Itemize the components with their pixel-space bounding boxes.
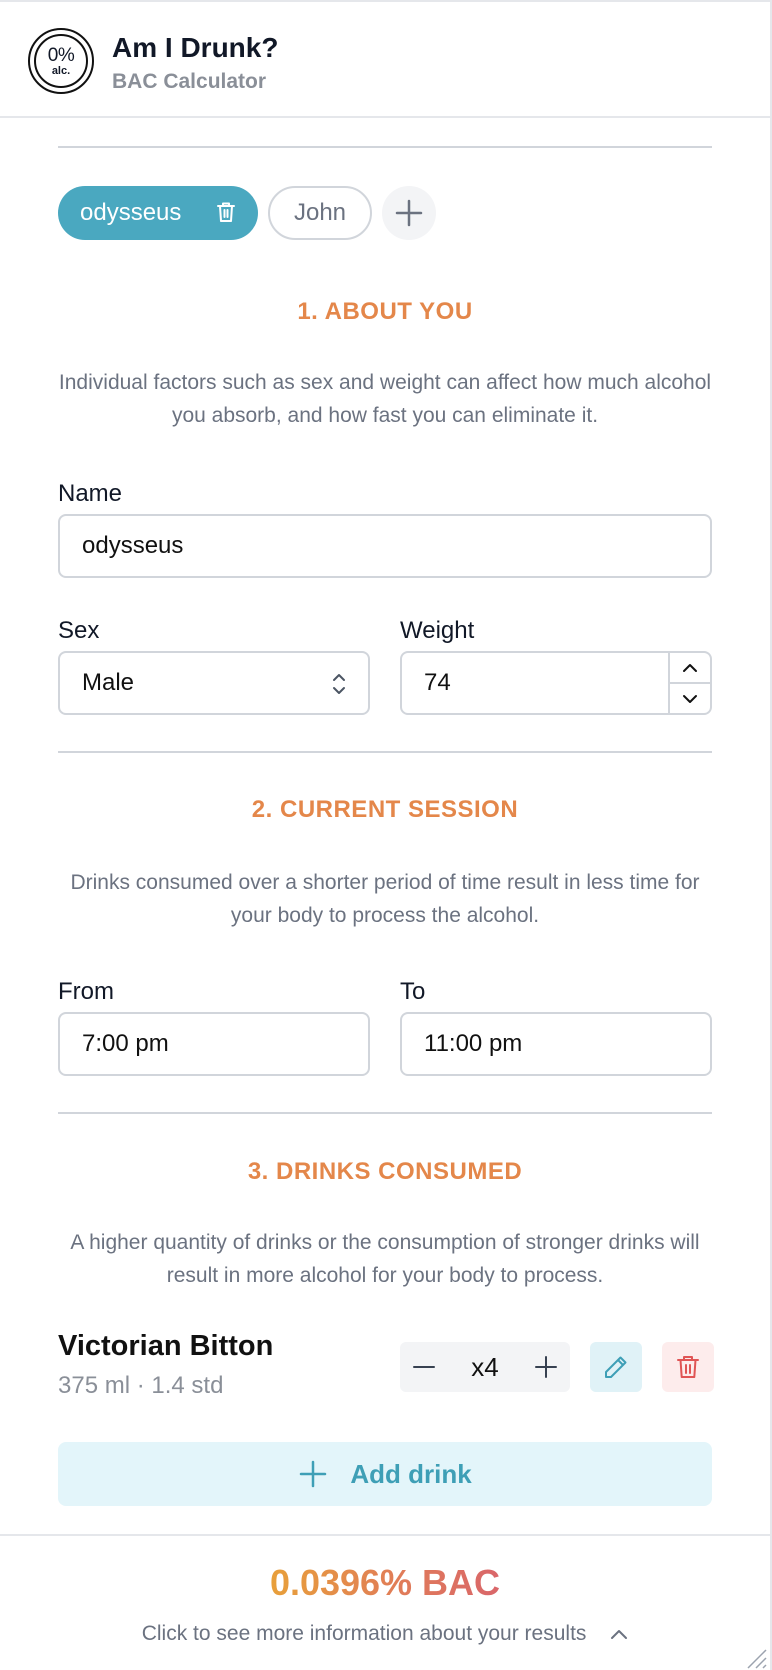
- section-desc-session: Drinks consumed over a shorter period of…: [70, 871, 700, 927]
- results-hint-text: Click to see more information about your…: [141, 1622, 587, 1645]
- logo-percent: 0%: [47, 44, 75, 66]
- delete-drink-button[interactable]: [662, 1342, 714, 1392]
- drink-meta: 375 ml · 1.4 std: [58, 1372, 224, 1399]
- app-header: 0% alc. Am I Drunk? BAC Calculator: [0, 2, 770, 118]
- divider: [58, 1112, 712, 1114]
- section-title-drinks: 3. DRINKS CONSUMED: [247, 1158, 523, 1185]
- profile-chip[interactable]: John: [268, 186, 372, 240]
- weight-input-value: 74: [424, 669, 451, 696]
- plus-icon: [535, 1356, 557, 1378]
- name-label: Name: [58, 480, 123, 507]
- trash-icon[interactable]: [216, 201, 236, 230]
- add-drink-label: Add drink: [350, 1458, 472, 1489]
- stepper-up-button[interactable]: [670, 653, 710, 684]
- profile-chip-label: John: [293, 199, 347, 226]
- sex-label: Sex: [58, 617, 100, 644]
- sex-select[interactable]: Male: [58, 651, 370, 715]
- divider: [58, 751, 712, 753]
- to-label: To: [400, 978, 426, 1005]
- weight-input[interactable]: 74: [400, 651, 712, 715]
- logo-alc: alc.: [51, 64, 71, 77]
- profile-chip-label: odysseus: [80, 199, 182, 226]
- app-subtitle: BAC Calculator: [112, 70, 267, 93]
- weight-stepper[interactable]: [668, 653, 710, 713]
- section-desc-about: Individual factors such as sex and weigh…: [58, 371, 712, 427]
- section-title-session: 2. CURRENT SESSION: [251, 796, 519, 823]
- trash-icon: [677, 1356, 699, 1378]
- bac-result: 0.0396% BAC: [0, 1562, 770, 1604]
- drink-quantity-stepper: x4: [400, 1342, 570, 1392]
- add-profile-button[interactable]: [382, 186, 436, 240]
- name-input[interactable]: odysseus: [58, 514, 712, 578]
- chevron-down-icon: [683, 694, 697, 703]
- from-time-value: 7:00 pm: [82, 1030, 169, 1057]
- name-input-value: odysseus: [82, 532, 184, 559]
- plus-icon: [300, 1460, 327, 1488]
- profile-chip-active[interactable]: odysseus: [58, 186, 258, 240]
- to-time-value: 11:00 pm: [424, 1030, 523, 1057]
- app-logo: 0% alc.: [28, 28, 94, 94]
- from-time-input[interactable]: 7:00 pm: [58, 1012, 370, 1076]
- chevron-up-icon: [683, 663, 697, 672]
- to-time-input[interactable]: 11:00 pm: [400, 1012, 712, 1076]
- stepper-down-button[interactable]: [670, 684, 710, 713]
- app-title: Am I Drunk?: [112, 32, 279, 63]
- results-hint[interactable]: Click to see more information about your…: [0, 1622, 770, 1646]
- from-label: From: [58, 978, 114, 1005]
- section-desc-drinks: A higher quantity of drinks or the consu…: [70, 1231, 700, 1287]
- pencil-icon: [605, 1356, 627, 1378]
- resize-handle-icon[interactable]: [742, 1644, 768, 1670]
- increment-button[interactable]: [534, 1355, 558, 1384]
- chevron-up-icon: [611, 1630, 628, 1640]
- drink-name: Victorian Bitton: [58, 1330, 274, 1362]
- plus-icon: [395, 199, 423, 227]
- section-title-about: 1. ABOUT YOU: [297, 298, 473, 325]
- select-arrows-icon: [332, 672, 346, 703]
- results-footer[interactable]: 0.0396% BAC Click to see more informatio…: [0, 1534, 770, 1670]
- add-drink-button[interactable]: Add drink: [58, 1442, 712, 1506]
- sex-select-value: Male: [82, 669, 135, 696]
- weight-label: Weight: [400, 617, 475, 644]
- app-window: 0% alc. Am I Drunk? BAC Calculator odyss…: [0, 0, 772, 1670]
- bac-value: 0.0396% BAC: [269, 1562, 501, 1603]
- divider: [58, 146, 712, 148]
- edit-drink-button[interactable]: [590, 1342, 642, 1392]
